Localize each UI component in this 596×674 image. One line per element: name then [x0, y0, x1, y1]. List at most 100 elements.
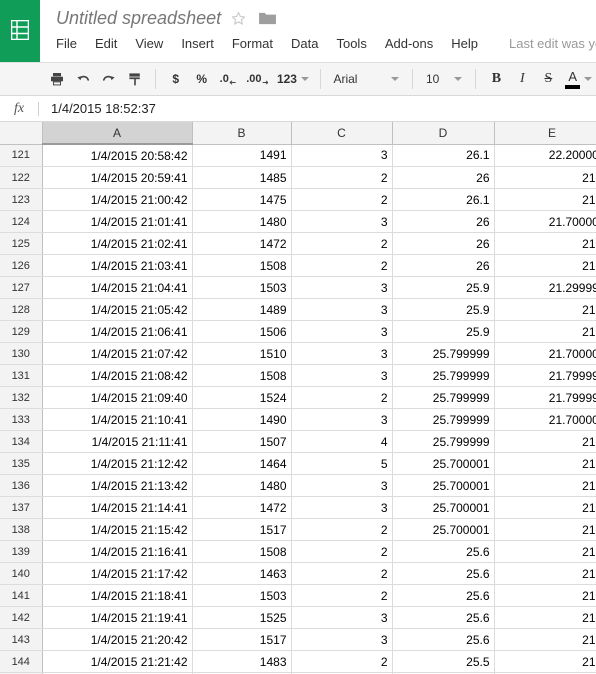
document-title[interactable]: Untitled spreadsheet	[56, 8, 221, 29]
cell-A133[interactable]: 1/4/2015 21:10:41	[42, 408, 193, 431]
table-row[interactable]: 1281/4/2015 21:05:421489325.921.4	[0, 298, 596, 321]
cell-B124[interactable]: 1480	[192, 210, 292, 233]
cell-C125[interactable]: 2	[291, 232, 393, 255]
cell-A136[interactable]: 1/4/2015 21:13:42	[42, 474, 193, 497]
font-size-select[interactable]: 10	[420, 66, 468, 92]
table-row[interactable]: 1261/4/2015 21:03:41150822621.6	[0, 254, 596, 277]
row-header[interactable]: 140	[0, 562, 43, 585]
row-header[interactable]: 127	[0, 276, 43, 299]
cell-C143[interactable]: 3	[291, 628, 393, 651]
cell-D131[interactable]: 25.799999	[392, 364, 495, 387]
table-row[interactable]: 1241/4/2015 21:01:41148032621.700001	[0, 210, 596, 233]
select-all-corner[interactable]	[0, 122, 43, 145]
table-row[interactable]: 1371/4/2015 21:14:411472325.70000121.5	[0, 496, 596, 519]
cell-B139[interactable]: 1508	[192, 540, 292, 563]
row-header[interactable]: 143	[0, 628, 43, 651]
formula-input[interactable]: 1/4/2015 18:52:37	[51, 101, 156, 116]
row-header[interactable]: 133	[0, 408, 43, 431]
cell-B122[interactable]: 1485	[192, 166, 292, 189]
cell-D135[interactable]: 25.700001	[392, 452, 495, 475]
cell-B121[interactable]: 1491	[192, 144, 292, 167]
cell-B125[interactable]: 1472	[192, 232, 292, 255]
cell-A137[interactable]: 1/4/2015 21:14:41	[42, 496, 193, 519]
cell-C133[interactable]: 3	[291, 408, 393, 431]
cell-E127[interactable]: 21.299999	[494, 276, 596, 299]
cell-B141[interactable]: 1503	[192, 584, 292, 607]
row-header[interactable]: 131	[0, 364, 43, 387]
table-row[interactable]: 1411/4/2015 21:18:411503225.621.4	[0, 584, 596, 607]
table-row[interactable]: 130 1/4/2015 21:07:42 1510 3 25.799999 21.700…	[0, 342, 596, 365]
sheets-logo[interactable]	[0, 0, 40, 62]
table-row[interactable]: 1431/4/2015 21:20:421517325.621.5	[0, 628, 596, 651]
table-row[interactable]: 1351/4/2015 21:12:421464525.70000121.5	[0, 452, 596, 475]
row-header[interactable]: 135	[0, 452, 43, 475]
row-header[interactable]: 129	[0, 320, 43, 343]
cell-B140[interactable]: 1463	[192, 562, 292, 585]
cell-E134[interactable]: 21.6	[494, 430, 596, 453]
cell-C138[interactable]: 2	[291, 518, 393, 541]
cell-A138[interactable]: 1/4/2015 21:15:42	[42, 518, 193, 541]
cell-B130[interactable]: 1510	[192, 342, 292, 365]
cell-B129[interactable]: 1506	[192, 320, 292, 343]
cell-C124[interactable]: 3	[291, 210, 393, 233]
menu-item-insert[interactable]: Insert	[172, 33, 223, 55]
folder-icon[interactable]	[258, 11, 277, 26]
cell-A131[interactable]: 1/4/2015 21:08:42	[42, 364, 193, 387]
cell-D132[interactable]: 25.799999	[392, 386, 495, 409]
paint-format-button[interactable]	[122, 66, 148, 92]
cell-A143[interactable]: 1/4/2015 21:20:42	[42, 628, 193, 651]
cell-E125[interactable]: 21.6	[494, 232, 596, 255]
cell-D142[interactable]: 25.6	[392, 606, 495, 629]
cell-A134[interactable]: 1/4/2015 21:11:41	[42, 430, 193, 453]
cell-A122[interactable]: 1/4/2015 20:59:41	[42, 166, 193, 189]
row-header[interactable]: 136	[0, 474, 43, 497]
menu-item-format[interactable]: Format	[223, 33, 282, 55]
row-header[interactable]: 141	[0, 584, 43, 607]
cell-A135[interactable]: 1/4/2015 21:12:42	[42, 452, 193, 475]
cell-A139[interactable]: 1/4/2015 21:16:41	[42, 540, 193, 563]
menu-item-view[interactable]: View	[126, 33, 172, 55]
number-format-button[interactable]: 123	[273, 66, 312, 92]
cell-C144[interactable]: 2	[291, 650, 393, 673]
cell-C130[interactable]: 3	[291, 342, 393, 365]
cell-E121[interactable]: 22.200001	[494, 144, 596, 167]
cell-D121[interactable]: 26.1	[392, 144, 495, 167]
row-header[interactable]: 128	[0, 298, 43, 321]
cell-E122[interactable]: 21.9	[494, 166, 596, 189]
cell-E128[interactable]: 21.4	[494, 298, 596, 321]
column-header-a[interactable]: A	[42, 122, 193, 145]
cell-C139[interactable]: 2	[291, 540, 393, 563]
cell-C134[interactable]: 4	[291, 430, 393, 453]
table-row[interactable]: 1341/4/2015 21:11:411507425.79999921.6	[0, 430, 596, 453]
cell-E133[interactable]: 21.700001	[494, 408, 596, 431]
row-header[interactable]: 125	[0, 232, 43, 255]
cell-C122[interactable]: 2	[291, 166, 393, 189]
table-row[interactable]: 133 1/4/2015 21:10:41 1490 3 25.799999 21.700…	[0, 408, 596, 431]
column-header-b[interactable]: B	[192, 122, 292, 145]
cell-D137[interactable]: 25.700001	[392, 496, 495, 519]
cell-A125[interactable]: 1/4/2015 21:02:41	[42, 232, 193, 255]
column-header-d[interactable]: D	[392, 122, 495, 145]
cell-A123[interactable]: 1/4/2015 21:00:42	[42, 188, 193, 211]
cell-E132[interactable]: 21.799999	[494, 386, 596, 409]
cell-B143[interactable]: 1517	[192, 628, 292, 651]
cell-E136[interactable]: 21.5	[494, 474, 596, 497]
cell-A140[interactable]: 1/4/2015 21:17:42	[42, 562, 193, 585]
cell-C131[interactable]: 3	[291, 364, 393, 387]
last-edit-status[interactable]: Last edit was yeste	[509, 33, 596, 55]
cell-C126[interactable]: 2	[291, 254, 393, 277]
cell-E130[interactable]: 21.700001	[494, 342, 596, 365]
cell-C128[interactable]: 3	[291, 298, 393, 321]
table-row[interactable]: 1231/4/2015 21:00:421475226.121.9	[0, 188, 596, 211]
table-row[interactable]: 1381/4/2015 21:15:421517225.70000121.5	[0, 518, 596, 541]
menu-item-edit[interactable]: Edit	[86, 33, 126, 55]
table-row[interactable]: 131 1/4/2015 21:08:42 1508 3 25.799999 21.799…	[0, 364, 596, 387]
cell-C136[interactable]: 3	[291, 474, 393, 497]
row-header[interactable]: 139	[0, 540, 43, 563]
cell-B123[interactable]: 1475	[192, 188, 292, 211]
table-row[interactable]: 1251/4/2015 21:02:41147222621.6	[0, 232, 596, 255]
cell-C129[interactable]: 3	[291, 320, 393, 343]
table-row[interactable]: 1421/4/2015 21:19:411525325.621.5	[0, 606, 596, 629]
increase-decimal-button[interactable]: .00	[241, 66, 273, 92]
cell-E142[interactable]: 21.5	[494, 606, 596, 629]
